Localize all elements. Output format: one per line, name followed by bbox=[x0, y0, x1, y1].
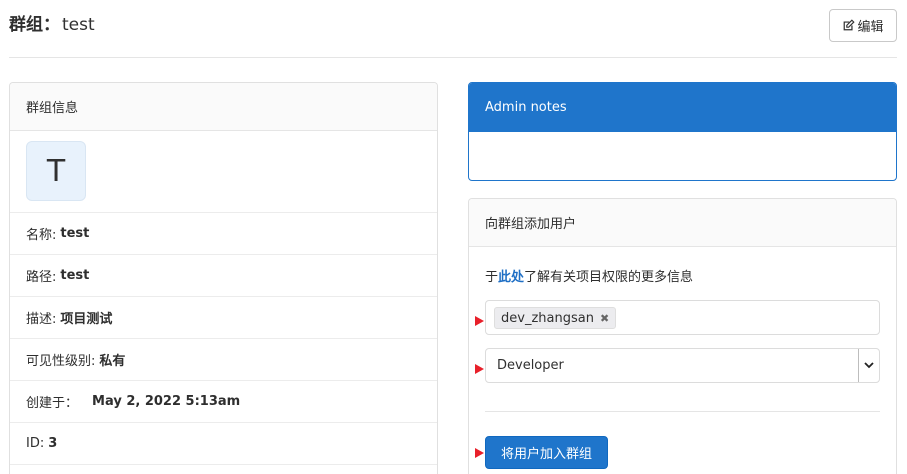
group-info-card: 群组信息 T 名称: test 路径: test 描述: 项目测试 可见性级别:… bbox=[9, 82, 438, 474]
help-suffix: 了解有关项目权限的更多信息 bbox=[524, 270, 694, 285]
edit-button[interactable]: 编辑 bbox=[829, 9, 897, 42]
info-row-description: 描述: 项目测试 bbox=[10, 297, 437, 339]
page-title-prefix: 群组： bbox=[9, 15, 60, 35]
info-row-visibility: 可见性级别: 私有 bbox=[10, 339, 437, 381]
permissions-help-text: 于此处了解有关项目权限的更多信息 bbox=[485, 266, 693, 285]
info-label: 名称: bbox=[26, 228, 57, 243]
info-value: test bbox=[60, 268, 90, 283]
info-value: 3 bbox=[48, 436, 58, 451]
role-select-value: Developer bbox=[497, 358, 564, 373]
avatar: T bbox=[26, 141, 86, 201]
admin-notes-header: Admin notes bbox=[469, 83, 896, 132]
add-users-header: 向群组添加用户 bbox=[469, 199, 896, 247]
info-label: ID: bbox=[26, 436, 45, 451]
page-title: 群组： test bbox=[9, 10, 95, 35]
annotation-arrow-icon bbox=[475, 448, 484, 458]
permissions-help-link[interactable]: 此处 bbox=[498, 270, 524, 285]
chevron-down-icon[interactable] bbox=[858, 349, 879, 382]
info-value: 项目测试 bbox=[60, 312, 113, 327]
selected-user-name: dev_zhangsan bbox=[501, 310, 594, 326]
role-select[interactable]: Developer bbox=[485, 348, 880, 383]
selected-user-token[interactable]: dev_zhangsan ✖ bbox=[494, 307, 617, 329]
info-label: 创建于： bbox=[26, 396, 79, 411]
avatar-row: T bbox=[10, 131, 437, 213]
info-row-name: 名称: test bbox=[10, 213, 437, 255]
help-prefix: 于 bbox=[485, 270, 499, 285]
add-users-card: 向群组添加用户 于此处了解有关项目权限的更多信息 dev_zhangsan ✖ … bbox=[468, 198, 897, 474]
info-label: 路径: bbox=[26, 270, 57, 285]
info-row-created: 创建于： May 2, 2022 5:13am bbox=[10, 381, 437, 423]
info-value: test bbox=[60, 226, 90, 241]
info-label: 可见性级别: bbox=[26, 354, 96, 369]
admin-notes-card: Admin notes bbox=[468, 82, 897, 181]
header-divider bbox=[9, 57, 897, 58]
edit-button-label: 编辑 bbox=[857, 20, 884, 35]
info-value: May 2, 2022 5:13am bbox=[92, 394, 241, 409]
info-row-id: ID: 3 bbox=[10, 423, 437, 465]
info-row-path: 路径: test bbox=[10, 255, 437, 297]
user-select-input[interactable]: dev_zhangsan ✖ bbox=[485, 300, 880, 335]
edit-icon bbox=[844, 19, 856, 31]
group-info-header: 群组信息 bbox=[10, 83, 437, 131]
annotation-arrow-icon bbox=[475, 316, 484, 326]
add-to-group-button[interactable]: 将用户加入群组 bbox=[485, 436, 608, 469]
form-divider bbox=[485, 411, 880, 412]
info-value: 私有 bbox=[99, 354, 126, 369]
remove-token-icon[interactable]: ✖ bbox=[600, 312, 609, 325]
annotation-arrow-icon bbox=[475, 364, 484, 374]
page-title-group-name: test bbox=[62, 15, 95, 35]
info-label: 描述: bbox=[26, 312, 57, 327]
